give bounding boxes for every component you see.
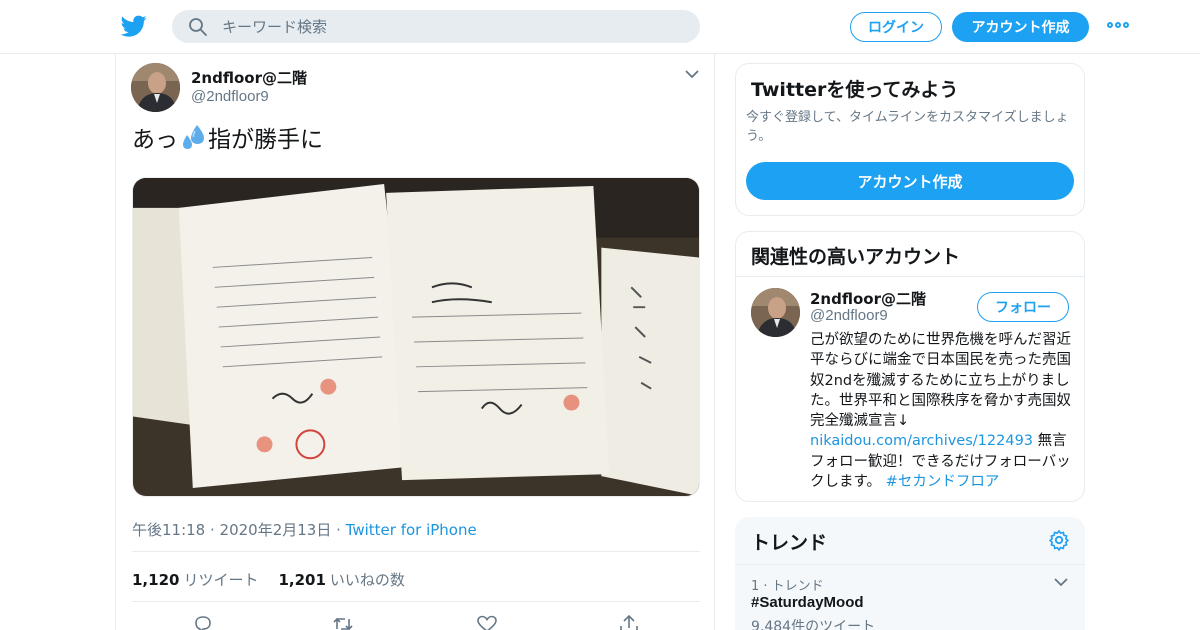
author-avatar[interactable] <box>131 63 180 112</box>
gear-icon[interactable] <box>1048 529 1070 551</box>
trends-title: トレンド <box>751 532 828 554</box>
trend-rank: 1 · トレンド <box>751 579 824 594</box>
more-options-icon[interactable] <box>1107 22 1129 30</box>
tweet-source-link[interactable]: Twitter for iPhone <box>346 521 477 539</box>
tweet-text-part2: 指が勝手に <box>208 127 323 153</box>
search-icon <box>189 18 207 36</box>
related-avatar[interactable] <box>751 288 800 337</box>
tweet-text-part1: あっ <box>132 127 178 153</box>
retweet-icon[interactable] <box>332 614 354 630</box>
related-header: 関連性の高いアカウント <box>736 232 1084 277</box>
retweet-label: リツイート <box>183 571 259 589</box>
try-card-title: Twitterを使ってみよう <box>751 79 959 101</box>
like-label: いいねの数 <box>329 571 405 589</box>
login-button[interactable]: ログイン <box>850 12 942 42</box>
trend-item[interactable]: #SaturdayMood <box>751 594 864 611</box>
share-icon[interactable] <box>618 614 640 630</box>
like-count: 1,201 <box>278 571 326 589</box>
search-input[interactable] <box>222 10 682 43</box>
trends-header: トレンド <box>735 517 1085 565</box>
reply-icon[interactable] <box>192 614 214 630</box>
tweet-actions <box>132 614 700 630</box>
retweet-count: 1,120 <box>132 571 180 589</box>
retweet-stat[interactable]: 1,120 リツイート <box>132 569 258 590</box>
tweet-detail: 2ndfloor@二階 @2ndfloor9 あっ 指が勝手に 午後11:18 … <box>115 54 715 630</box>
signup-cta-button[interactable]: アカウント作成 <box>746 162 1074 200</box>
author-name[interactable]: 2ndfloor@二階 <box>191 67 307 88</box>
related-handle[interactable]: @2ndfloor9 <box>810 307 888 324</box>
author-handle[interactable]: @2ndfloor9 <box>191 88 269 105</box>
tweet-photo[interactable] <box>132 177 700 497</box>
try-card-subtitle: 今すぐ登録して、タイムラインをカスタマイズしましょう。 <box>746 110 1069 144</box>
like-icon[interactable] <box>476 614 498 630</box>
try-twitter-card: Twitterを使ってみよう 今すぐ登録して、タイムラインをカスタマイズしましょ… <box>735 63 1085 216</box>
tweet-text: あっ 指が勝手に <box>132 120 323 154</box>
signup-button[interactable]: アカウント作成 <box>952 12 1089 42</box>
tweet-timestamp: 午後11:18 · 2020年2月13日 · Twitter for iPhon… <box>132 519 477 540</box>
sweat-droplets-icon <box>183 125 204 149</box>
related-bio: 己が欲望のために世界危機を呼んだ習近平ならびに端金で日本国民を売った売国奴2nd… <box>810 330 1072 492</box>
tweet-stats: 1,120 リツイート 1,201 いいねの数 <box>132 569 405 590</box>
trends-card: トレンド 1 · トレンド #SaturdayMood 9,484件のツイート <box>735 517 1085 630</box>
related-accounts-card: 関連性の高いアカウント 2ndfloor@二階 @2ndfloor9 フォロー … <box>735 231 1085 502</box>
bio-link[interactable]: nikaidou.com/archives/122493 <box>810 433 1033 449</box>
twitter-bird-icon[interactable] <box>120 13 148 39</box>
chevron-down-icon[interactable] <box>684 68 700 80</box>
bio-hashtag[interactable]: #セカンドフロア <box>886 474 1000 490</box>
search-box[interactable] <box>172 10 700 43</box>
follow-button[interactable]: フォロー <box>977 292 1069 322</box>
bio-text: 己が欲望のために世界危機を呼んだ習近平ならびに端金で日本国民を売った売国奴2nd… <box>810 332 1071 430</box>
like-stat[interactable]: 1,201 いいねの数 <box>278 569 404 590</box>
top-navigation-bar: ログイン アカウント作成 <box>0 0 1200 54</box>
divider <box>132 551 700 552</box>
divider <box>132 601 700 602</box>
trend-count: 9,484件のツイート <box>751 619 876 630</box>
related-title: 関連性の高いアカウント <box>751 246 961 268</box>
chevron-down-icon[interactable] <box>1054 577 1068 587</box>
related-name[interactable]: 2ndfloor@二階 <box>810 288 926 309</box>
tweet-time[interactable]: 午後11:18 · 2020年2月13日 · <box>132 521 346 539</box>
